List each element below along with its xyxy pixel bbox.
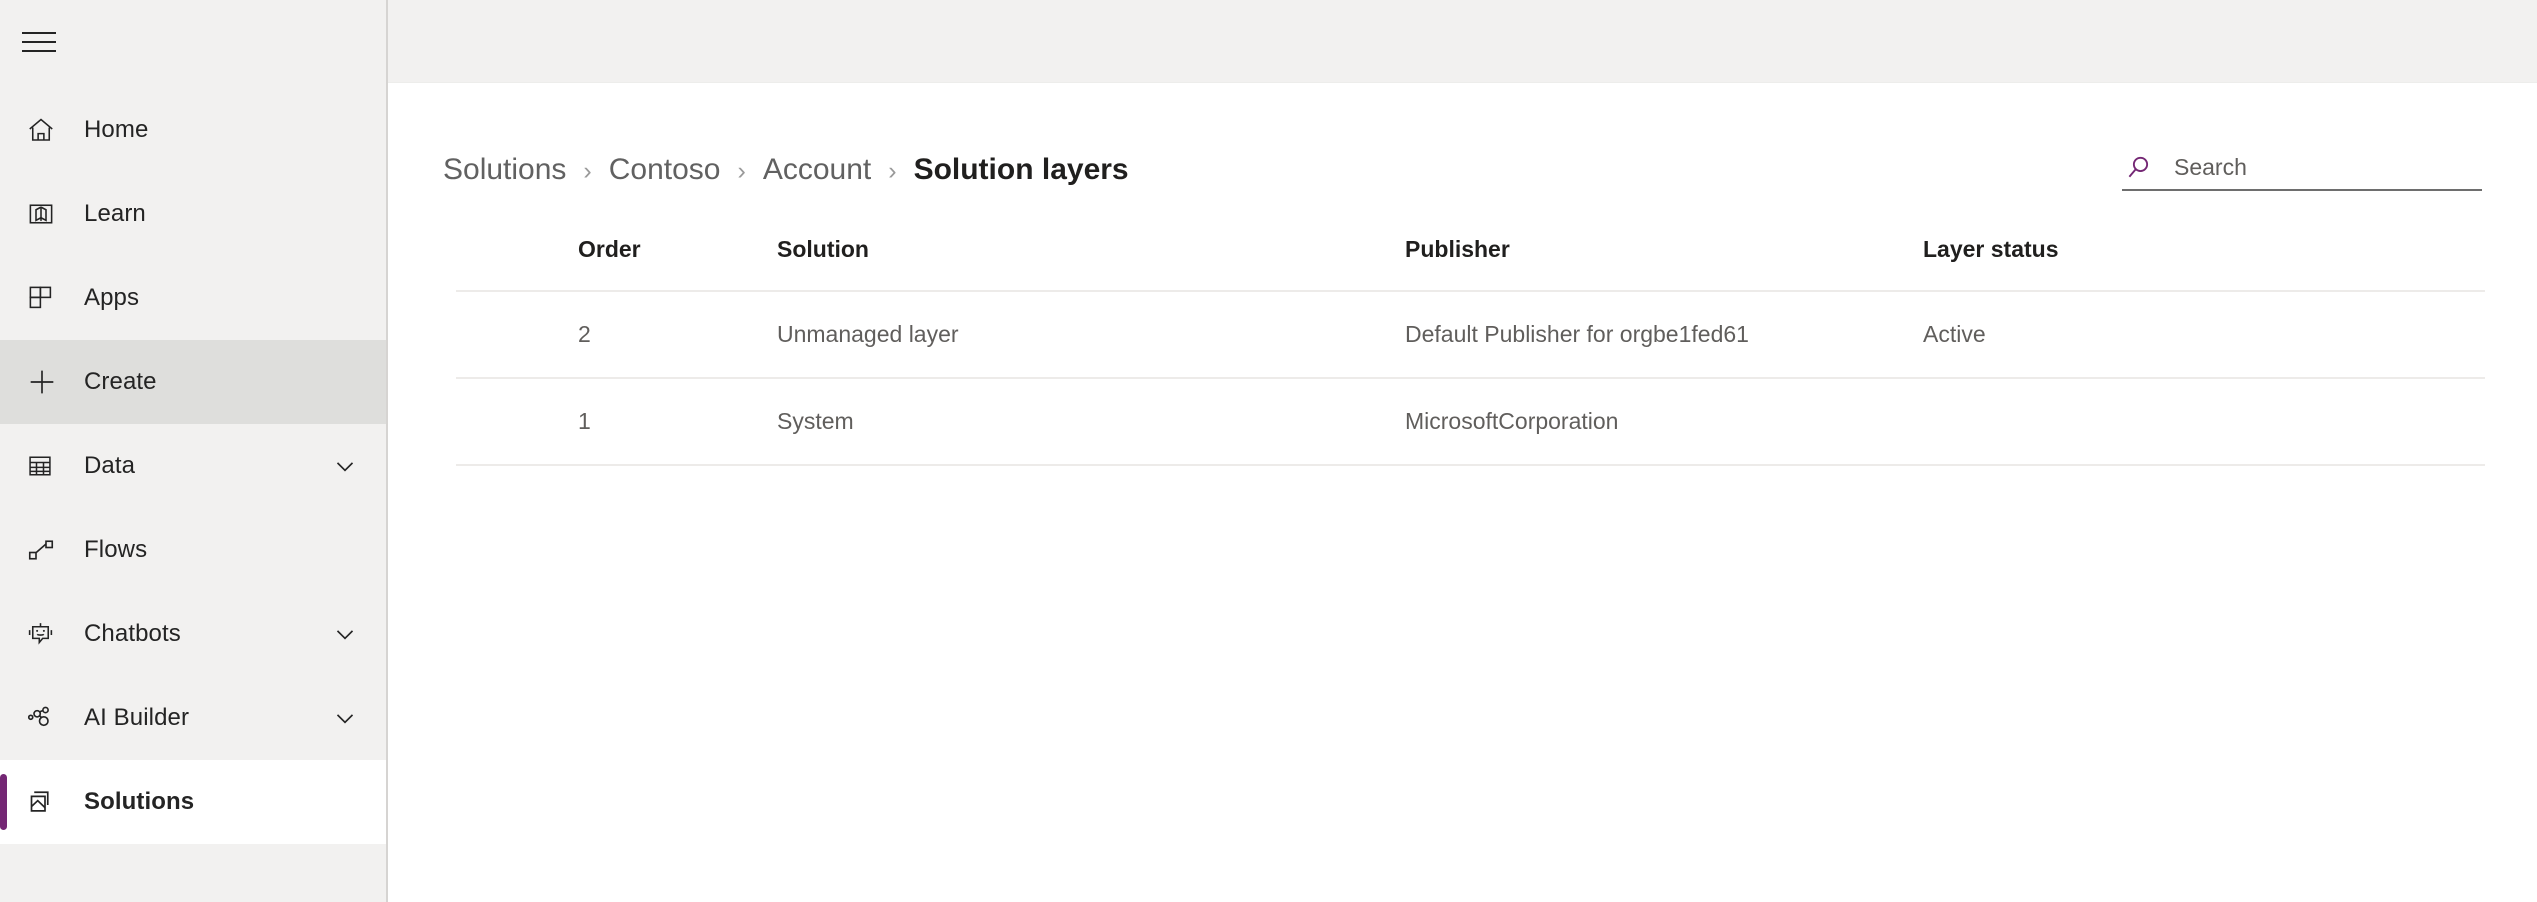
plus-icon (26, 366, 66, 398)
search-box[interactable] (2122, 152, 2482, 191)
table-row[interactable]: 2 Unmanaged layer Default Publisher for … (456, 292, 2485, 379)
sidebar-item-apps[interactable]: Apps (0, 256, 386, 340)
sidebar-item-label: Home (84, 116, 148, 144)
cell-publisher: MicrosoftCorporation (1405, 408, 1923, 435)
column-header-publisher[interactable]: Publisher (1405, 236, 1923, 263)
chevron-down-icon[interactable] (330, 451, 360, 481)
cell-publisher: Default Publisher for orgbe1fed61 (1405, 321, 1923, 348)
breadcrumb: Solutions › Contoso › Account › Solution… (443, 153, 1129, 201)
breadcrumb-separator-icon: › (583, 159, 591, 184)
sidebar-item-create[interactable]: Create (0, 340, 386, 424)
breadcrumb-separator-icon: › (738, 159, 746, 184)
breadcrumb-item-solutions[interactable]: Solutions (443, 153, 566, 187)
table-header-row: Order Solution Publisher Layer status (456, 208, 2485, 292)
book-icon (26, 199, 66, 229)
sidebar-item-flows[interactable]: Flows (0, 508, 386, 592)
sidebar-item-label: Learn (84, 200, 146, 228)
ai-builder-icon (26, 703, 66, 733)
breadcrumb-item-contoso[interactable]: Contoso (609, 153, 721, 187)
cell-order: 1 (456, 408, 777, 435)
solutions-icon (26, 787, 66, 817)
sidebar-item-label: Flows (84, 536, 147, 564)
sidebar-item-chatbots[interactable]: Chatbots (0, 592, 386, 676)
robot-icon (26, 620, 66, 649)
content-pane: Solutions › Contoso › Account › Solution… (388, 83, 2537, 902)
top-command-bar (388, 0, 2537, 83)
sidebar: Home Learn (0, 0, 388, 902)
sidebar-item-ai-builder[interactable]: AI Builder (0, 676, 386, 760)
sidebar-item-label: AI Builder (84, 704, 189, 732)
solution-layers-table: Order Solution Publisher Layer status 2 … (456, 208, 2485, 466)
column-header-solution[interactable]: Solution (777, 236, 1405, 263)
sidebar-item-label: Create (84, 368, 157, 396)
sidebar-item-solutions[interactable]: Solutions (0, 760, 386, 844)
sidebar-item-learn[interactable]: Learn (0, 172, 386, 256)
sidebar-nav-list: Home Learn (0, 88, 386, 844)
column-header-order[interactable]: Order (456, 236, 777, 263)
main-area: Solutions › Contoso › Account › Solution… (388, 0, 2537, 902)
app-root: Home Learn (0, 0, 2537, 902)
search-input[interactable] (2174, 152, 2454, 183)
breadcrumb-item-solution-layers: Solution layers (914, 153, 1129, 187)
apps-grid-icon (26, 283, 66, 313)
sidebar-item-label: Solutions (84, 788, 194, 816)
search-icon (2122, 153, 2156, 183)
cell-layer-status: Active (1923, 321, 2485, 348)
table-row[interactable]: 1 System MicrosoftCorporation (456, 379, 2485, 466)
flow-icon (26, 535, 66, 565)
sidebar-item-home[interactable]: Home (0, 88, 386, 172)
breadcrumb-row: Solutions › Contoso › Account › Solution… (443, 83, 2510, 201)
table-icon (26, 452, 66, 480)
breadcrumb-item-account[interactable]: Account (763, 153, 871, 187)
column-header-layer-status[interactable]: Layer status (1923, 236, 2485, 263)
sidebar-item-label: Data (84, 452, 135, 480)
chevron-down-icon[interactable] (330, 619, 360, 649)
home-icon (26, 115, 66, 145)
sidebar-item-label: Chatbots (84, 620, 181, 648)
breadcrumb-separator-icon: › (888, 159, 896, 184)
sidebar-item-label: Apps (84, 284, 139, 312)
cell-solution: System (777, 408, 1405, 435)
cell-order: 2 (456, 321, 777, 348)
sidebar-item-data[interactable]: Data (0, 424, 386, 508)
menu-icon (22, 30, 56, 54)
chevron-down-icon[interactable] (330, 703, 360, 733)
cell-solution: Unmanaged layer (777, 321, 1405, 348)
menu-toggle-button[interactable] (0, 0, 386, 83)
